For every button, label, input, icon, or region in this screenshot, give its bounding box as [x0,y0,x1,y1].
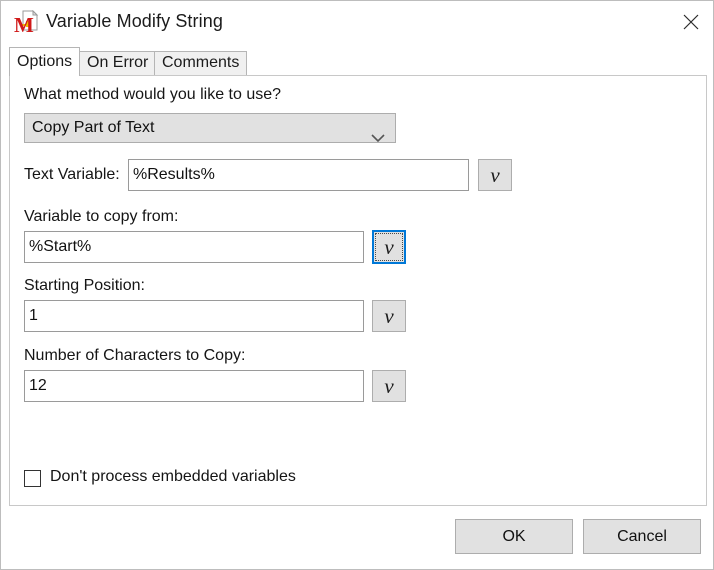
title-bar: M Variable Modify String [1,1,714,44]
num-chars-input[interactable]: 12 [24,370,364,402]
variable-to-copy-input[interactable]: %Start% [24,231,364,263]
cancel-button[interactable]: Cancel [583,519,701,554]
starting-position-picker-button[interactable]: v [372,300,406,332]
variable-glyph: v [490,163,499,187]
variable-glyph: v [384,235,393,259]
macro-document-icon: M [13,10,39,36]
svg-text:M: M [14,13,34,36]
text-variable-picker-button[interactable]: v [478,159,512,191]
method-select-value: Copy Part of Text [32,119,154,136]
tab-strip: Options On Error Comments [9,47,707,75]
embedded-variables-checkbox-label: Don't process embedded variables [50,468,296,486]
variable-glyph: v [384,304,393,328]
text-variable-input[interactable]: %Results% [128,159,469,191]
chevron-down-icon [371,125,385,153]
options-tab-panel: What method would you like to use? Copy … [9,75,707,506]
variable-glyph: v [384,374,393,398]
method-select[interactable]: Copy Part of Text [24,113,396,143]
tab-comments[interactable]: Comments [154,51,247,75]
ok-button[interactable]: OK [455,519,573,554]
variable-to-copy-label: Variable to copy from: [24,208,178,226]
num-chars-picker-button[interactable]: v [372,370,406,402]
starting-position-input[interactable]: 1 [24,300,364,332]
num-chars-label: Number of Characters to Copy: [24,347,245,365]
embedded-variables-checkbox[interactable] [24,470,41,487]
tab-on-error[interactable]: On Error [79,51,156,75]
variable-modify-string-dialog: M Variable Modify String Options On Erro… [0,0,714,570]
tab-options[interactable]: Options [9,47,80,76]
starting-position-label: Starting Position: [24,277,145,295]
page-title: Variable Modify String [46,11,223,32]
variable-to-copy-picker-button[interactable]: v [372,230,406,264]
close-icon[interactable] [667,1,714,41]
text-variable-label: Text Variable: [24,166,120,184]
method-question-label: What method would you like to use? [24,86,281,104]
